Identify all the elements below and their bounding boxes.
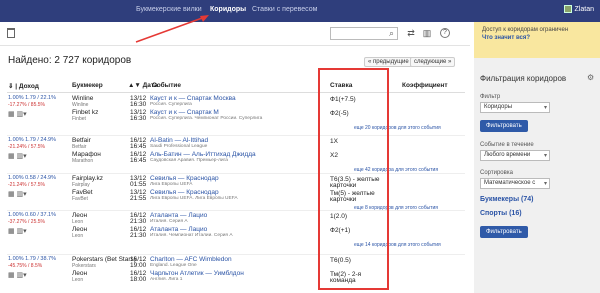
notice-text: Доступ к коридорам ограничен <box>482 27 569 33</box>
sort-select[interactable]: Математическое с <box>480 178 550 189</box>
access-notice: Доступ к коридорам ограничен Что значит … <box>474 22 600 58</box>
event-time-select[interactable]: Любого времени <box>480 150 550 161</box>
filter-select[interactable]: Коридоры <box>480 102 550 113</box>
notice-link[interactable]: Что значит вся? <box>482 35 530 41</box>
filter-label: Фильтр <box>480 94 501 100</box>
sort-label: Сортировка <box>480 170 513 176</box>
gear-icon[interactable]: ⚙ <box>587 73 594 82</box>
event-time-label: Событие в течение <box>480 142 534 148</box>
sidebar-title: Фильтрация коридоров <box>480 74 567 83</box>
sports-link[interactable]: Спорты (16) <box>480 210 522 217</box>
apply-filter-button[interactable]: Фильтровать <box>480 226 528 238</box>
bookmakers-link[interactable]: Букмекеры (74) <box>480 196 533 203</box>
filter-button[interactable]: Фильтровать <box>480 120 528 132</box>
